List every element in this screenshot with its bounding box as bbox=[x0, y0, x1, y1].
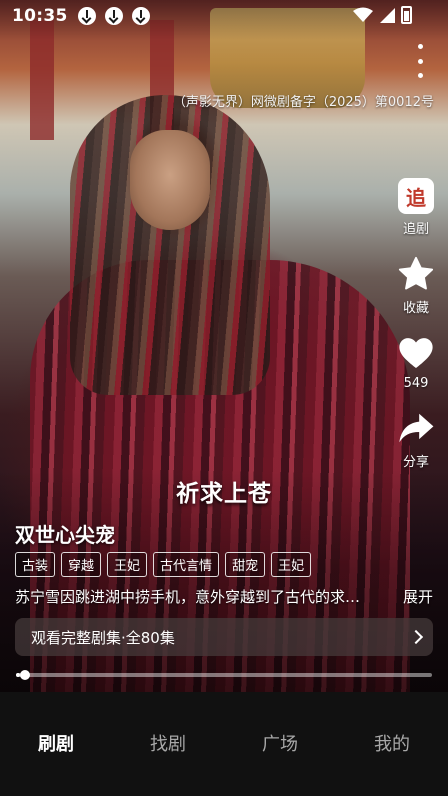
follow-icon: 追 bbox=[398, 178, 434, 214]
video-progress-bar[interactable] bbox=[16, 670, 432, 680]
video-character-face bbox=[130, 130, 210, 230]
drama-title[interactable]: 双世心尖宠 bbox=[15, 519, 115, 548]
nav-item-shuaju[interactable]: 刷剧 bbox=[0, 692, 112, 796]
license-text: （声影无界）网微剧备字（2025）第0012号 bbox=[172, 95, 434, 110]
bottom-nav: 刷剧 找剧 广场 我的 bbox=[0, 692, 448, 796]
dot-icon bbox=[417, 44, 423, 49]
download-icon bbox=[104, 7, 123, 25]
nav-item-zhaoju[interactable]: 找剧 bbox=[112, 692, 224, 796]
favorite-button[interactable]: 收藏 bbox=[397, 255, 435, 316]
signal-icon bbox=[380, 8, 395, 23]
watch-full-series-button[interactable]: 观看完整剧集·全80集 bbox=[15, 618, 433, 656]
like-count: 549 bbox=[403, 376, 429, 391]
dot-icon bbox=[417, 73, 423, 78]
download-icon bbox=[131, 7, 150, 25]
like-button[interactable]: 549 bbox=[397, 334, 435, 391]
tag[interactable]: 甜宠 bbox=[225, 552, 266, 577]
download-icon bbox=[77, 7, 96, 25]
star-icon bbox=[398, 256, 434, 290]
tag[interactable]: 王妃 bbox=[271, 552, 312, 577]
tag-list: 古装 穿越 王妃 古代言情 甜宠 王妃 bbox=[15, 552, 312, 577]
share-label: 分享 bbox=[402, 455, 429, 470]
chevron-right-icon bbox=[408, 629, 424, 645]
share-button[interactable]: 分享 bbox=[397, 409, 435, 470]
description-text: 苏宁雪因跳进湖中捞手机，意外穿越到了古代的求… bbox=[15, 588, 361, 606]
tag[interactable]: 古装 bbox=[15, 552, 56, 577]
wifi-icon bbox=[353, 7, 373, 22]
nav-item-wode[interactable]: 我的 bbox=[336, 692, 448, 796]
watch-full-series-label: 观看完整剧集·全80集 bbox=[31, 628, 175, 647]
video-subtitle: 祈求上苍 bbox=[176, 481, 272, 507]
status-time: 10:35 bbox=[12, 6, 68, 26]
battery-icon bbox=[401, 6, 412, 24]
follow-label: 追剧 bbox=[402, 222, 429, 237]
drama-description: 苏宁雪因跳进湖中捞手机，意外穿越到了古代的求… 展开 bbox=[15, 586, 433, 607]
expand-button[interactable]: 展开 bbox=[403, 586, 433, 607]
tag[interactable]: 王妃 bbox=[107, 552, 148, 577]
nav-item-guangchang[interactable]: 广场 bbox=[224, 692, 336, 796]
status-indicators bbox=[353, 6, 412, 24]
action-rail: 追 追剧 收藏 549 分享 bbox=[392, 178, 440, 488]
follow-button[interactable]: 追 追剧 bbox=[398, 178, 434, 237]
share-icon bbox=[399, 413, 434, 443]
more-options-button[interactable] bbox=[412, 44, 428, 78]
dot-icon bbox=[417, 58, 423, 64]
favorite-label: 收藏 bbox=[402, 301, 429, 316]
tag[interactable]: 穿越 bbox=[61, 552, 102, 577]
tag[interactable]: 古代言情 bbox=[153, 552, 220, 577]
heart-icon bbox=[399, 338, 433, 369]
